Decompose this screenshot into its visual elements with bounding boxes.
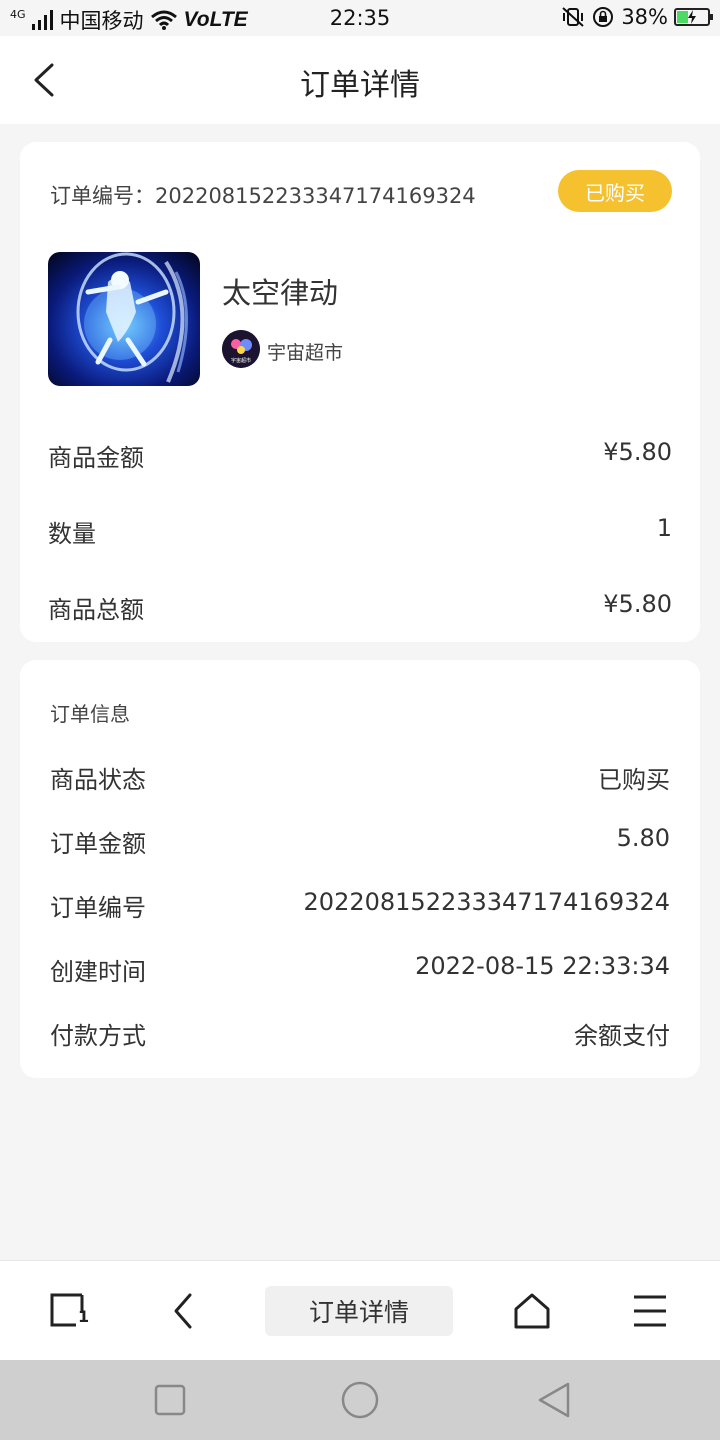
status-badge: 已购买 (558, 170, 672, 212)
tabs-button[interactable]: 1 (48, 1291, 90, 1331)
price-row: 商品金额 ¥5.80 (48, 438, 672, 473)
menu-icon (634, 1295, 666, 1327)
total-row: 商品总额 ¥5.80 (48, 590, 672, 625)
back-triangle-icon[interactable] (536, 1380, 572, 1420)
menu-button[interactable] (632, 1291, 672, 1331)
app-header: 订单详情 (0, 36, 720, 124)
info-row-payment: 付款方式 余额支付 (50, 1016, 670, 1051)
info-value: 余额支付 (574, 1022, 670, 1050)
battery-icon (674, 8, 713, 26)
row-label: 商品总额 (48, 596, 144, 624)
info-row-order-number: 订单编号 202208152233347174169324 (50, 888, 670, 923)
info-label: 订单金额 (50, 830, 146, 858)
browser-back-button[interactable] (164, 1291, 204, 1331)
section-title: 订单信息 (50, 702, 130, 726)
info-value: 202208152233347174169324 (303, 888, 670, 916)
quantity-row: 数量 1 (48, 514, 672, 549)
order-info-card: 订单信息 商品状态 已购买 订单金额 5.80 订单编号 20220815223… (20, 660, 700, 1078)
product-name[interactable]: 太空律动 (222, 270, 338, 312)
info-label: 订单编号 (50, 894, 146, 922)
shop-name[interactable]: 宇宙超市 (267, 338, 343, 365)
page-title: 订单详情 (300, 68, 420, 103)
info-label: 商品状态 (50, 766, 146, 794)
browser-toolbar: 1 订单详情 (0, 1260, 720, 1360)
home-icon (514, 1293, 550, 1329)
shop-avatar[interactable]: 宇宙超市 (222, 330, 260, 368)
status-right: 38% (561, 5, 713, 29)
info-row-created: 创建时间 2022-08-15 22:33:34 (50, 952, 670, 987)
info-row-amount: 订单金额 5.80 (50, 824, 670, 859)
order-number: 20220815223334717416932­4 (155, 184, 476, 208)
product-image[interactable] (48, 252, 200, 386)
toolbar-page-title[interactable]: 订单详情 (265, 1286, 453, 1336)
info-value: 已购买 (598, 766, 670, 794)
row-value: ¥5.80 (603, 438, 672, 466)
home-button[interactable] (512, 1291, 552, 1331)
system-nav-bar (0, 1360, 720, 1440)
row-value: 1 (656, 514, 672, 542)
row-label: 数量 (48, 520, 96, 548)
info-label: 创建时间 (50, 958, 146, 986)
order-number-line: 订单编号：20220815223334717416932­4 (50, 180, 476, 210)
rotation-lock-icon (593, 7, 614, 27)
status-bar: 4G 中国移动 VoLTE 22:35 38% (0, 0, 720, 36)
back-icon (174, 1293, 192, 1329)
row-label: 商品金额 (48, 444, 144, 472)
vibrate-icon (562, 7, 584, 27)
info-value: 5.80 (616, 824, 670, 852)
shop-avatar-text: 宇宙超市 (231, 357, 251, 364)
order-summary-card: 订单编号：20220815223334717416932­4 已购买 太空律动 (20, 142, 700, 642)
home-circle-icon[interactable] (340, 1380, 380, 1420)
info-value: 2022-08-15 22:33:34 (415, 952, 670, 980)
battery-percent: 38% (621, 5, 668, 29)
order-number-label: 订单编号： (50, 184, 155, 208)
row-value: ¥5.80 (603, 590, 672, 618)
recent-apps-icon[interactable] (154, 1380, 186, 1420)
info-row-status: 商品状态 已购买 (50, 760, 670, 795)
info-label: 付款方式 (50, 1022, 146, 1050)
tab-count: 1 (78, 1307, 90, 1326)
